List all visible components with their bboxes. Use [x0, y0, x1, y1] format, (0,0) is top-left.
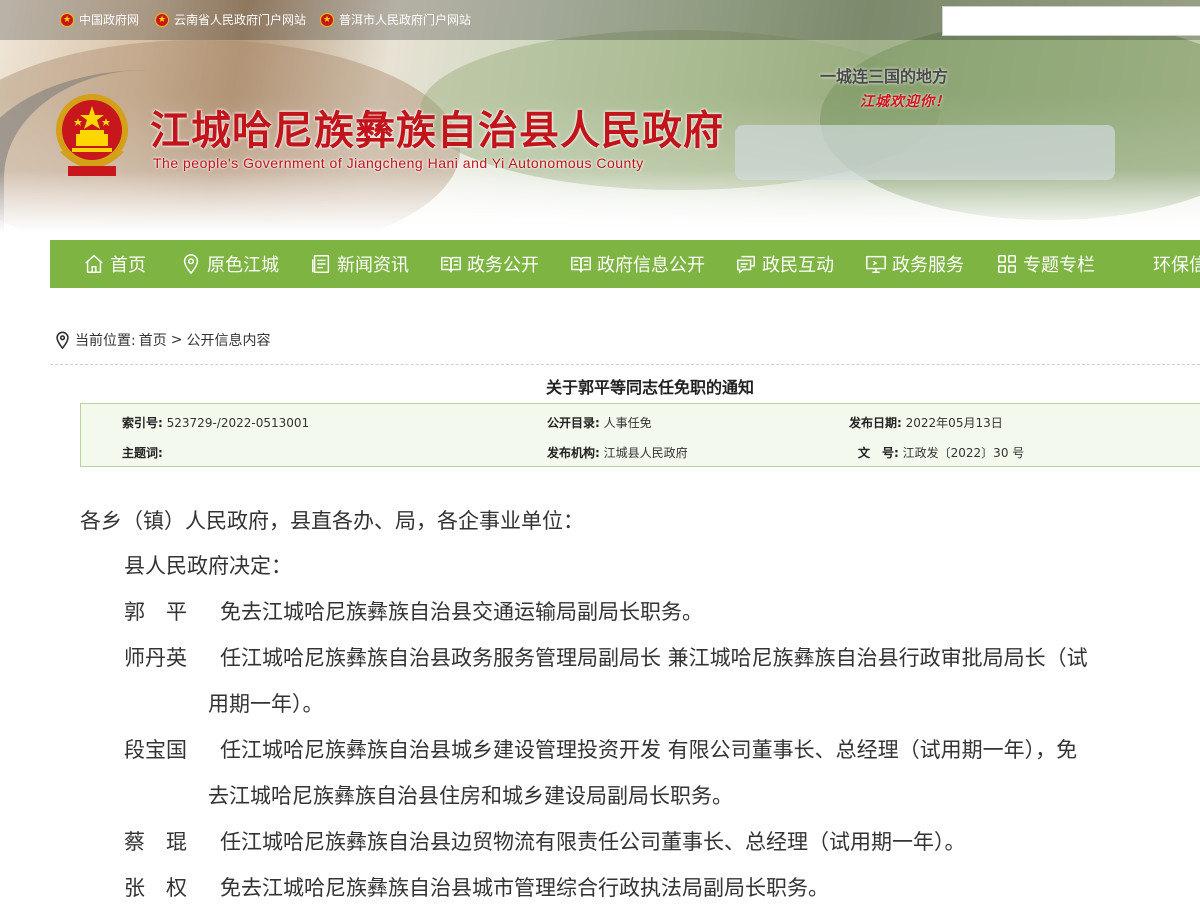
breadcrumb-label: 当前位置:: [75, 333, 136, 349]
nav-item-label: 专题专栏: [1023, 255, 1095, 276]
article-title: 关于郭平等同志任免职的通知: [545, 378, 754, 397]
top-link-label: 云南省人民政府门户网站: [174, 13, 307, 27]
breadcrumb-home-link[interactable]: 首页: [139, 330, 167, 350]
emblem-icon: ★: [320, 12, 334, 27]
appointment-text: 任江城哈尼族彝族自治县边贸物流有限责任公司董事长、总经理（试用期一年）。: [220, 830, 966, 854]
meta-value: 2022年05月13日: [905, 416, 1003, 430]
appointment-text: 免去江城哈尼族彝族自治县城市管理综合行政执法局副局长职务。: [220, 876, 829, 900]
site-welcome: 江城欢迎你！: [860, 94, 950, 110]
appointment-continuation: 用期一年）。: [208, 692, 324, 716]
top-link-bar: ★ 中国政府网 ★ 云南省人民政府门户网站 ★ 普洱市人民政府门户网站: [0, 0, 1200, 40]
location-pin-icon: [56, 331, 69, 349]
appointment-entry: 郭 平 免去江城哈尼族彝族自治县交通运输局副局长职务。: [124, 589, 703, 635]
location-pin-icon: [183, 254, 199, 275]
search-input[interactable]: [942, 6, 1200, 36]
nav-item-interaction[interactable]: 政民互动: [735, 240, 834, 288]
meta-key: 公开目录:: [547, 416, 600, 430]
meta-catalog: 公开目录: 人事任免: [547, 414, 652, 431]
person-name: 蔡 琨: [124, 830, 187, 854]
appointment-continuation: 去江城哈尼族彝族自治县住房和城乡建设局副局长职务。: [208, 784, 733, 808]
site-title: 江城哈尼族彝族自治县人民政府: [150, 108, 724, 154]
chat-icon: [737, 255, 755, 274]
article-meta-box: 索引号: 523729-/2022-0513001 公开目录: 人事任免 发布日…: [80, 403, 1200, 467]
meta-key: 发布机构:: [547, 446, 600, 460]
emblem-icon: ★: [155, 12, 169, 27]
person-name: 郭 平: [124, 600, 187, 624]
meta-value: 江城县人民政府: [603, 446, 688, 460]
meta-key: 发布日期:: [849, 416, 902, 430]
site-header: ★ 中国政府网 ★ 云南省人民政府门户网站 ★ 普洱市人民政府门户网站 江城哈尼…: [0, 0, 1200, 240]
appointment-entry: 蔡 琨 任江城哈尼族彝族自治县边贸物流有限责任公司董事长、总经理（试用期一年）。: [124, 819, 966, 865]
nav-item-label: 政民互动: [762, 255, 834, 276]
appointment-text: 任江城哈尼族彝族自治县城乡建设管理投资开发 有限公司董事长、总经理（试用期一年）…: [220, 738, 1078, 762]
meta-docno: 文 号: 江政发〔2022〕30 号: [858, 444, 1024, 461]
main-nav: 首页 原色江城 新闻资讯 政务公开 政府信息公开 政民互动 政务服务 专题专栏 …: [50, 240, 1200, 288]
top-link-china-gov[interactable]: ★ 中国政府网: [60, 11, 139, 28]
nav-item-label: 环保信: [1153, 255, 1200, 276]
breadcrumb: 当前位置: 首页 > 公开信息内容: [55, 330, 270, 350]
salutation: 各乡（镇）人民政府，县直各办、局，各企事业单位：: [80, 509, 584, 533]
meta-org: 发布机构: 江城县人民政府: [547, 444, 688, 461]
nav-item-news[interactable]: 新闻资讯: [310, 240, 409, 288]
nav-item-home[interactable]: 首页: [83, 240, 146, 288]
appointment-entry: 师丹英 任江城哈尼族彝族自治县政务服务管理局副局长 兼江城哈尼族彝族自治县行政审批…: [124, 635, 1088, 681]
emblem-icon: ★: [60, 12, 74, 27]
nav-item-label: 首页: [110, 255, 146, 276]
meta-key: 文 号:: [858, 446, 899, 460]
top-link-label: 普洱市人民政府门户网站: [339, 13, 472, 27]
appointment-text: 免去江城哈尼族彝族自治县交通运输局副局长职务。: [220, 600, 703, 624]
breadcrumb-separator: >: [170, 332, 183, 348]
nav-item-yuanse-jiangcheng[interactable]: 原色江城: [180, 240, 279, 288]
meta-subject: 主题词:: [122, 444, 163, 461]
nav-item-label: 原色江城: [207, 255, 279, 276]
open-book-icon: [441, 256, 461, 273]
book-icon: [571, 256, 591, 273]
home-icon: [85, 254, 103, 273]
top-link-label: 中国政府网: [79, 13, 140, 27]
person-name: 师丹英: [124, 646, 187, 670]
header-fade: [0, 170, 1200, 240]
nav-item-label: 新闻资讯: [337, 255, 409, 276]
nav-item-environment[interactable]: 环保信: [1153, 240, 1200, 288]
person-name: 张 权: [124, 876, 187, 900]
meta-value: 人事任免: [603, 416, 652, 430]
nav-item-services[interactable]: 政务服务: [865, 240, 964, 288]
news-icon: [312, 255, 330, 273]
monitor-icon: [866, 255, 886, 273]
meta-value: 江政发〔2022〕30 号: [902, 446, 1025, 460]
nav-item-label: 政府信息公开: [597, 255, 705, 276]
national-emblem-icon: [56, 94, 128, 176]
appointment-entry: 张 权 免去江城哈尼族彝族自治县城市管理综合行政执法局副局长职务。: [124, 865, 829, 911]
nav-item-gov-info[interactable]: 政府信息公开: [570, 240, 705, 288]
meta-date: 发布日期: 2022年05月13日: [849, 414, 1003, 431]
meta-value: 523729-/2022-0513001: [166, 416, 310, 430]
divider: [50, 364, 1200, 365]
appointment-text: 任江城哈尼族彝族自治县政务服务管理局副局长 兼江城哈尼族彝族自治县行政审批局局长…: [220, 646, 1088, 670]
top-link-yunnan-gov[interactable]: ★ 云南省人民政府门户网站: [155, 11, 306, 28]
top-link-puer-gov[interactable]: ★ 普洱市人民政府门户网站: [320, 11, 471, 28]
nav-item-special[interactable]: 专题专栏: [996, 240, 1095, 288]
meta-key: 索引号:: [122, 416, 163, 430]
meta-index: 索引号: 523729-/2022-0513001: [122, 414, 309, 431]
nav-item-label: 政务公开: [467, 255, 539, 276]
nav-item-gov-affairs[interactable]: 政务公开: [440, 240, 539, 288]
person-name: 段宝国: [124, 738, 187, 762]
site-slogan: 一城连三国的地方: [820, 67, 949, 86]
breadcrumb-current[interactable]: 公开信息内容: [186, 330, 270, 350]
nav-item-label: 政务服务: [892, 255, 964, 276]
grid-icon: [998, 255, 1016, 273]
meta-key: 主题词:: [122, 446, 163, 460]
appointment-entry: 段宝国 任江城哈尼族彝族自治县城乡建设管理投资开发 有限公司董事长、总经理（试用期…: [124, 727, 1077, 773]
site-subtitle: The people's Government of Jiangcheng Ha…: [153, 155, 644, 171]
decision-line: 县人民政府决定：: [124, 554, 292, 578]
